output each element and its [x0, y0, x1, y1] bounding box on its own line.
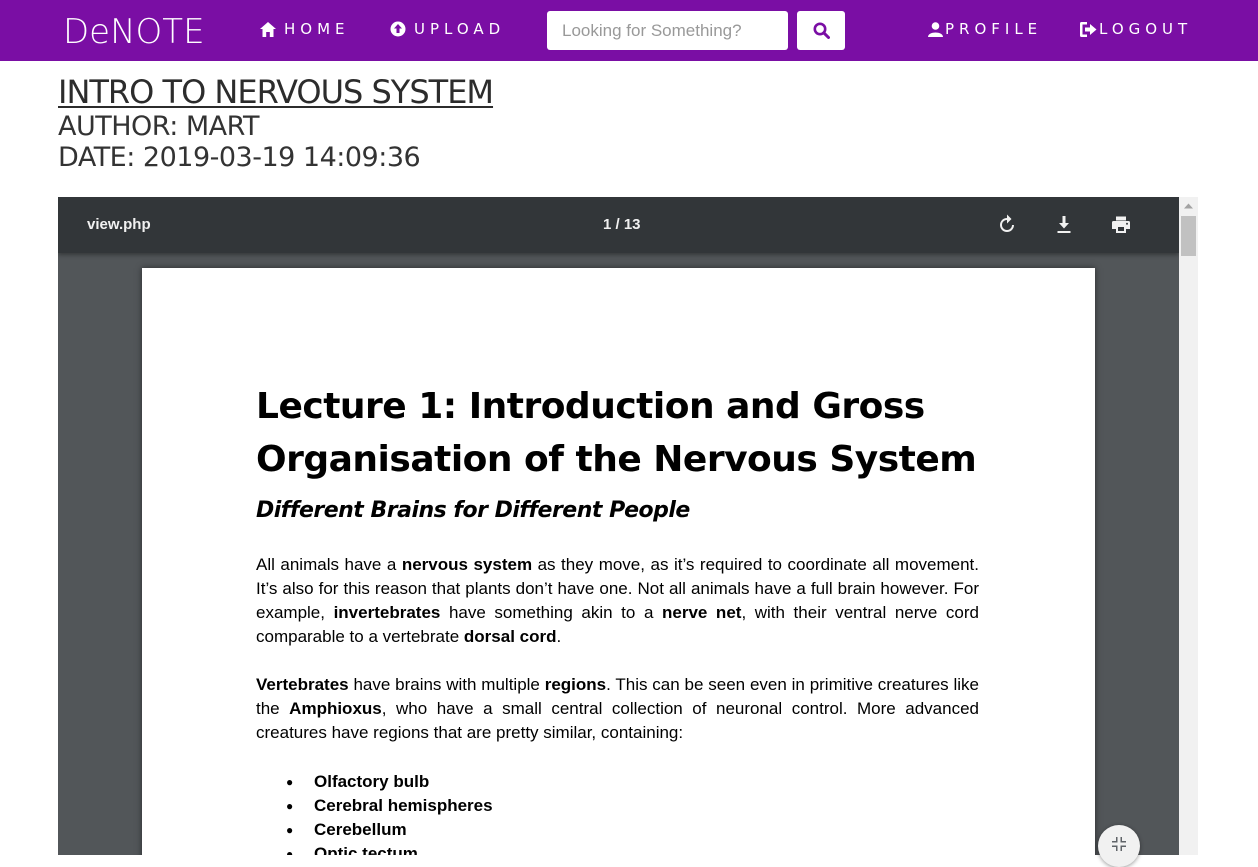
bold-term: dorsal cord	[463, 627, 557, 646]
bold-term: Vertebrates	[256, 675, 349, 694]
search-button[interactable]	[797, 11, 845, 50]
bold-term: invertebrates	[333, 603, 441, 622]
pdf-list-item: Olfactory bulb	[256, 770, 493, 794]
nav-logout-link[interactable]: LOGOUT	[1080, 19, 1192, 39]
scroll-up-arrow[interactable]	[1179, 197, 1198, 214]
pdf-page-indicator: 1 / 13	[603, 216, 641, 233]
pdf-heading: Lecture 1: Introduction and Gross Organi…	[256, 386, 977, 480]
download-icon	[1057, 216, 1071, 233]
nav-profile-label: PROFILE	[945, 20, 1043, 38]
pdf-subheading: Different Brains for Different People	[256, 498, 690, 523]
print-button[interactable]	[1109, 213, 1133, 237]
document-date: DATE: 2019-03-19 14:09:36	[58, 142, 421, 173]
nav-profile-link[interactable]: PROFILE	[928, 19, 1042, 39]
bold-term: Amphioxus	[289, 699, 382, 718]
pdf-list-item: Cerebellum	[256, 818, 493, 842]
bold-term: nervous system	[401, 555, 533, 574]
document-title: INTRO TO NERVOUS SYSTEM	[58, 73, 494, 111]
nav-upload-label: UPLOAD	[414, 20, 506, 38]
pdf-filename: view.php	[87, 216, 151, 233]
user-icon	[928, 21, 943, 37]
nav-upload-link[interactable]: UPLOAD	[390, 19, 505, 39]
print-icon	[1112, 216, 1130, 233]
brand-logo[interactable]: DeNOTE	[63, 12, 205, 52]
rotate-button[interactable]	[995, 213, 1019, 237]
pdf-viewer: Lecture 1: Introduction and Gross Organi…	[58, 197, 1179, 855]
viewer-scrollbar[interactable]	[1179, 197, 1198, 855]
fit-page-button[interactable]	[1098, 825, 1140, 867]
top-navbar: DeNOTE HOME UPLOAD PROFILE LOGOUT	[0, 0, 1258, 61]
search-icon	[813, 22, 830, 39]
pdf-paragraph-2: Vertebrates have brains with multiple re…	[256, 675, 979, 742]
pdf-paragraph-1: All animals have a nervous system as the…	[256, 555, 980, 646]
nav-logout-label: LOGOUT	[1099, 20, 1193, 38]
nav-home-label: HOME	[284, 20, 350, 38]
home-icon	[260, 21, 276, 37]
nav-home-link[interactable]: HOME	[260, 19, 350, 39]
upload-circle-icon	[390, 21, 406, 37]
scroll-thumb[interactable]	[1181, 216, 1196, 256]
pdf-list-item: Cerebral hemispheres	[256, 794, 493, 818]
pdf-toolbar: view.php 1 / 13	[58, 197, 1179, 253]
document-author: AUTHOR: MART	[58, 111, 259, 142]
bold-term: regions	[544, 675, 607, 694]
search-input[interactable]	[547, 11, 788, 50]
rotate-icon	[1000, 214, 1014, 232]
bold-term: nerve net	[661, 603, 742, 622]
pdf-bullet-list: Olfactory bulb Cerebral hemispheres Cere…	[256, 770, 493, 855]
logout-icon	[1080, 21, 1097, 37]
pdf-list-item: Optic tectum	[256, 842, 493, 855]
pdf-page: Lecture 1: Introduction and Gross Organi…	[142, 268, 1095, 855]
fit-page-icon	[1112, 837, 1126, 851]
chevron-up-icon	[1184, 203, 1193, 208]
download-button[interactable]	[1052, 213, 1076, 237]
